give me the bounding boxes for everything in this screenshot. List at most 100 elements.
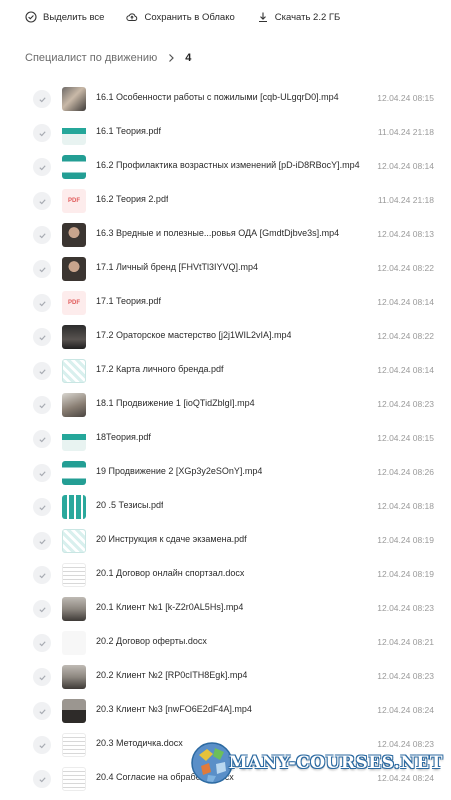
- watermark: MANY-COURSES.NET: [189, 740, 443, 786]
- file-name[interactable]: 17.1 Теория.pdf: [96, 296, 161, 306]
- file-thumbnail: [62, 223, 86, 247]
- file-name[interactable]: 18.1 Продвижение 1 [ioQTidZblgI].mp4: [96, 398, 255, 408]
- file-row[interactable]: 19 Продвижение 2 [XGp3y2eSOnY].mp4 12.04.…: [0, 456, 451, 490]
- pdf-file-icon: PDF: [62, 189, 86, 213]
- file-thumbnail: [62, 597, 86, 621]
- file-name[interactable]: 20.2 Договор оферты.docx: [96, 636, 207, 646]
- file-name[interactable]: 17.2 Карта личного бренда.pdf: [96, 364, 224, 374]
- row-select-checkbox[interactable]: [33, 260, 51, 278]
- file-row[interactable]: 20 .5 Тезисы.pdf 12.04.24 08:18: [0, 490, 451, 524]
- file-date: 12.04.24 08:23: [377, 603, 434, 613]
- file-name[interactable]: 16.2 Теория 2.pdf: [96, 194, 168, 204]
- checkmark-icon: [38, 402, 46, 408]
- file-row[interactable]: 20.2 Договор оферты.docx 12.04.24 08:21: [0, 626, 451, 660]
- file-row[interactable]: 17.1 Личный бренд [FHVtTl3IYVQ].mp4 12.04…: [0, 252, 451, 286]
- row-select-checkbox[interactable]: [33, 668, 51, 686]
- file-row[interactable]: 18.1 Продвижение 1 [ioQTidZblgI].mp4 12.0…: [0, 388, 451, 422]
- file-date: 12.04.24 08:23: [377, 399, 434, 409]
- file-date: 12.04.24 08:14: [377, 161, 434, 171]
- row-select-checkbox[interactable]: [33, 600, 51, 618]
- checkmark-icon: [38, 504, 46, 510]
- file-name[interactable]: 16.1 Особенности работы с пожилыми [cqb-…: [96, 92, 339, 102]
- file-date: 12.04.24 08:15: [377, 433, 434, 443]
- file-thumbnail: [62, 257, 86, 281]
- file-name[interactable]: 16.1 Теория.pdf: [96, 126, 161, 136]
- file-row[interactable]: 18Теория.pdf 12.04.24 08:15: [0, 422, 451, 456]
- toolbar: Выделить все Сохранить в Облако Скачать …: [0, 0, 451, 34]
- row-select-checkbox[interactable]: [33, 464, 51, 482]
- save-to-cloud-label: Сохранить в Облако: [144, 11, 235, 23]
- file-name[interactable]: 18Теория.pdf: [96, 432, 151, 442]
- file-date: 12.04.24 08:14: [377, 365, 434, 375]
- file-thumbnail: [62, 733, 86, 757]
- file-row[interactable]: PDF 17.1 Теория.pdf 12.04.24 08:14: [0, 286, 451, 320]
- file-name[interactable]: 20.2 Клиент №2 [RP0cITH8Egk].mp4: [96, 670, 247, 680]
- checkmark-icon: [38, 674, 46, 680]
- file-date: 12.04.24 08:15: [377, 93, 434, 103]
- row-select-checkbox[interactable]: [33, 192, 51, 210]
- file-date: 12.04.24 08:13: [377, 229, 434, 239]
- row-select-checkbox[interactable]: [33, 566, 51, 584]
- file-name[interactable]: 17.1 Личный бренд [FHVtTl3IYVQ].mp4: [96, 262, 258, 272]
- download-label: Скачать 2.2 ГБ: [274, 11, 341, 23]
- select-all-button[interactable]: Выделить все: [25, 11, 104, 23]
- file-name[interactable]: 20 .5 Тезисы.pdf: [96, 500, 163, 510]
- file-row[interactable]: 17.2 Ораторское мастерство [j2j1WIL2vIA]…: [0, 320, 451, 354]
- file-row[interactable]: 16.3 Вредные и полезные...ровья ОДА [Gmd…: [0, 218, 451, 252]
- file-row[interactable]: 20.1 Клиент №1 [k-Z2r0AL5Hs].mp4 12.04.24…: [0, 592, 451, 626]
- file-name[interactable]: 20 Инструкция к сдаче экзамена.pdf: [96, 534, 247, 544]
- checkmark-icon: [38, 708, 46, 714]
- row-select-checkbox[interactable]: [33, 634, 51, 652]
- row-select-checkbox[interactable]: [33, 158, 51, 176]
- file-thumbnail: [62, 699, 86, 723]
- file-name[interactable]: 20.1 Клиент №1 [k-Z2r0AL5Hs].mp4: [96, 602, 243, 612]
- row-select-checkbox[interactable]: [33, 328, 51, 346]
- file-date: 11.04.24 21:18: [377, 195, 434, 205]
- checkmark-icon: [38, 232, 46, 238]
- file-row[interactable]: PDF 16.2 Теория 2.pdf 11.04.24 21:18: [0, 184, 451, 218]
- chevron-right-icon: [166, 53, 176, 63]
- row-select-checkbox[interactable]: [33, 532, 51, 550]
- file-row[interactable]: 20.1 Договор онлайн спортзал.docx 12.04.2…: [0, 558, 451, 592]
- file-thumbnail: [62, 359, 86, 383]
- row-select-checkbox[interactable]: [33, 430, 51, 448]
- file-thumbnail: [62, 155, 86, 179]
- row-select-checkbox[interactable]: [33, 124, 51, 142]
- row-select-checkbox[interactable]: [33, 736, 51, 754]
- checkmark-icon: [38, 130, 46, 136]
- file-name[interactable]: 20.1 Договор онлайн спортзал.docx: [96, 568, 244, 578]
- download-button[interactable]: Скачать 2.2 ГБ: [257, 11, 341, 23]
- file-row[interactable]: 16.2 Профилактика возрастных изменений […: [0, 150, 451, 184]
- file-thumbnail: [62, 87, 86, 111]
- file-name[interactable]: 16.3 Вредные и полезные...ровья ОДА [Gmd…: [96, 228, 339, 238]
- row-select-checkbox[interactable]: [33, 226, 51, 244]
- file-name[interactable]: 20.3 Клиент №3 [nwFO6E2dF4A].mp4: [96, 704, 252, 714]
- row-select-checkbox[interactable]: [33, 90, 51, 108]
- file-date: 11.04.24 21:18: [377, 127, 434, 137]
- row-select-checkbox[interactable]: [33, 498, 51, 516]
- file-row[interactable]: 20.2 Клиент №2 [RP0cITH8Egk].mp4 12.04.24…: [0, 660, 451, 694]
- row-select-checkbox[interactable]: [33, 702, 51, 720]
- row-select-checkbox[interactable]: [33, 770, 51, 788]
- file-name[interactable]: 16.2 Профилактика возрастных изменений […: [96, 160, 360, 170]
- file-name[interactable]: 17.2 Ораторское мастерство [j2j1WIL2vIA]…: [96, 330, 291, 340]
- row-select-checkbox[interactable]: [33, 362, 51, 380]
- checkmark-icon: [38, 572, 46, 578]
- file-name[interactable]: 19 Продвижение 2 [XGp3y2eSOnY].mp4: [96, 466, 262, 476]
- checkmark-icon: [38, 742, 46, 748]
- file-row[interactable]: 20 Инструкция к сдаче экзамена.pdf 12.04.…: [0, 524, 451, 558]
- breadcrumb-parent[interactable]: Специалист по движению: [25, 52, 157, 64]
- file-date: 12.04.24 08:19: [377, 535, 434, 545]
- file-thumbnail: [62, 767, 86, 791]
- file-name[interactable]: 20.3 Методичка.docx: [96, 738, 183, 748]
- file-thumbnail: [62, 427, 86, 451]
- file-row[interactable]: 16.1 Особенности работы с пожилыми [cqb-…: [0, 82, 451, 116]
- file-date: 12.04.24 08:22: [377, 263, 434, 273]
- save-to-cloud-button[interactable]: Сохранить в Облако: [126, 11, 235, 23]
- checkmark-icon: [38, 776, 46, 782]
- file-row[interactable]: 20.3 Клиент №3 [nwFO6E2dF4A].mp4 12.04.24…: [0, 694, 451, 728]
- row-select-checkbox[interactable]: [33, 396, 51, 414]
- file-row[interactable]: 17.2 Карта личного бренда.pdf 12.04.24 08…: [0, 354, 451, 388]
- row-select-checkbox[interactable]: [33, 294, 51, 312]
- file-row[interactable]: 16.1 Теория.pdf 11.04.24 21:18: [0, 116, 451, 150]
